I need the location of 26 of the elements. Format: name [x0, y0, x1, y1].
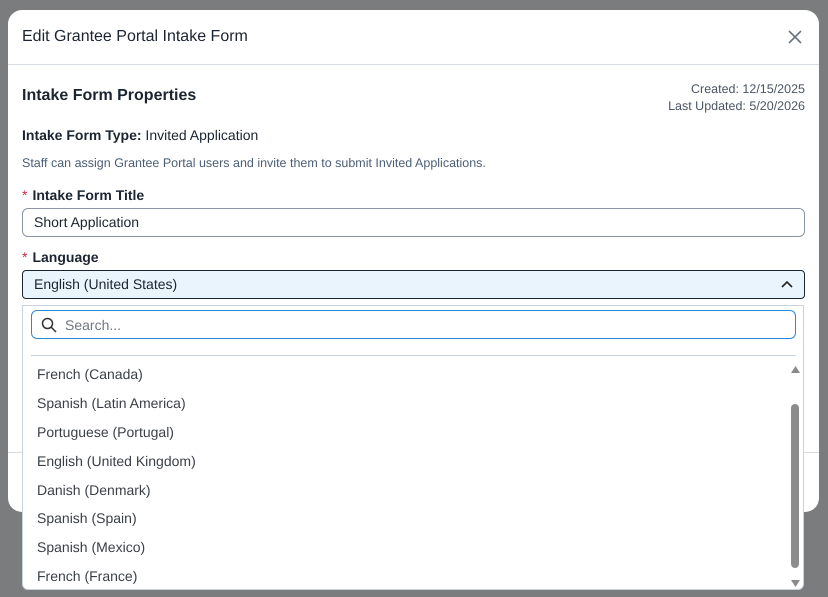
language-option[interactable]: Danish (Denmark) — [23, 476, 783, 504]
section-title: Intake Form Properties — [22, 86, 196, 106]
language-option[interactable]: French (France) — [23, 562, 783, 592]
language-option[interactable]: English (United Kingdom) — [23, 446, 783, 476]
field-label: Intake Form Title — [32, 186, 144, 205]
language-option[interactable]: Portuguese (Portugal) — [23, 418, 783, 447]
description: Staff can assign Grantee Portal users and invite them to submit Invited Applications. — [22, 155, 487, 172]
required-mark: * — [22, 186, 28, 205]
language-option[interactable]: Spanish (Spain) — [23, 504, 783, 534]
chevron-icon — [781, 280, 793, 288]
title-field[interactable]: Short Application — [22, 208, 805, 237]
form-type: Intake Form Type: Invited Application — [22, 126, 260, 145]
search-field[interactable]: Search... — [31, 310, 796, 339]
language-select[interactable]: English (United States) — [22, 270, 805, 299]
required-mark: * — [22, 248, 28, 267]
close-icon[interactable] — [788, 30, 802, 44]
updated-date: Last Updated: 5/20/2026 — [668, 98, 805, 115]
field-label: Language — [32, 248, 99, 267]
language-option[interactable]: Spanish (Mexico) — [23, 533, 783, 562]
search-icon — [41, 317, 57, 333]
scroll-down-icon[interactable] — [791, 580, 800, 587]
language-option[interactable]: French (Canada) — [23, 360, 783, 389]
scroll-up-icon[interactable] — [791, 366, 800, 373]
created-date: Created: 12/15/2025 — [691, 81, 805, 98]
language-option[interactable]: Spanish (Latin America) — [23, 388, 783, 418]
dialog-title: Edit Grantee Portal Intake Form — [22, 27, 248, 47]
